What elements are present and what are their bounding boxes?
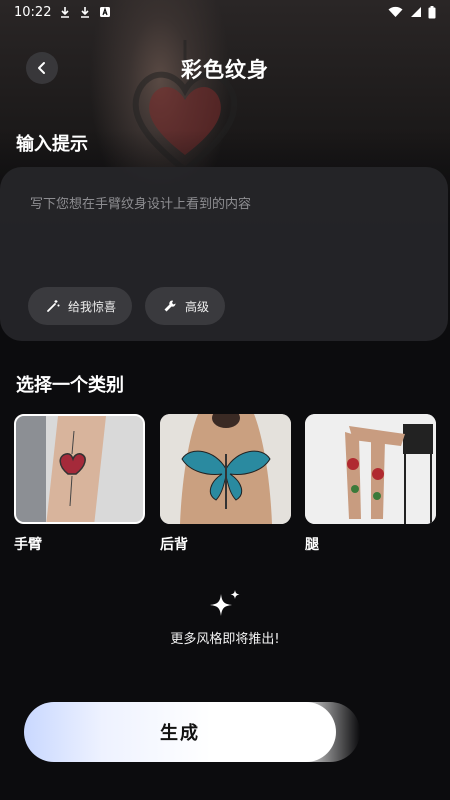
prompt-input[interactable]: 写下您想在手臂纹身设计上看到的内容 xyxy=(30,193,251,212)
category-list: 手臂 后背 腿 xyxy=(0,414,450,554)
category-leg-label: 腿 xyxy=(305,537,319,553)
surprise-me-label: 给我惊喜 xyxy=(68,299,117,314)
surprise-me-button[interactable]: 给我惊喜 xyxy=(28,287,133,325)
wrench-icon xyxy=(164,300,176,312)
category-section-title: 选择一个类别 xyxy=(16,375,124,396)
wifi-icon xyxy=(388,6,403,17)
category-back[interactable]: 后背 xyxy=(160,414,291,554)
status-bar: 10:22 xyxy=(0,0,450,24)
magic-wand-icon xyxy=(47,300,60,312)
back-thumbnail xyxy=(160,414,291,524)
category-arm[interactable]: 手臂 xyxy=(14,414,145,554)
arm-thumbnail xyxy=(14,414,145,524)
arm-tattoo-image xyxy=(16,416,143,522)
battery-icon xyxy=(428,5,436,18)
back-tattoo-image xyxy=(160,414,291,524)
download-icon xyxy=(61,7,70,18)
page-title: 彩色纹身 xyxy=(181,58,269,82)
category-leg[interactable]: 腿 xyxy=(305,414,436,554)
advanced-label: 高级 xyxy=(185,299,210,314)
leg-tattoo-image xyxy=(305,414,436,524)
header: 彩色纹身 xyxy=(0,50,450,86)
prompt-input-card[interactable]: 写下您想在手臂纹身设计上看到的内容 给我惊喜 高级 xyxy=(0,167,448,341)
download-icon xyxy=(81,7,90,18)
generate-button-label: 生成 xyxy=(160,723,200,744)
status-time: 10:22 xyxy=(14,4,52,20)
signal-icon xyxy=(411,7,421,17)
leg-thumbnail xyxy=(305,414,436,524)
sparkle-icon xyxy=(210,590,240,616)
advanced-button[interactable]: 高级 xyxy=(145,287,226,325)
category-back-label: 后背 xyxy=(160,537,188,553)
category-arm-label: 手臂 xyxy=(14,537,42,553)
a-icon xyxy=(100,7,111,17)
more-styles-notice: 更多风格即将推出! xyxy=(0,590,450,647)
more-styles-text: 更多风格即将推出! xyxy=(170,632,280,647)
generate-button[interactable]: 生成 xyxy=(24,702,336,762)
prompt-section-title: 输入提示 xyxy=(16,134,88,155)
